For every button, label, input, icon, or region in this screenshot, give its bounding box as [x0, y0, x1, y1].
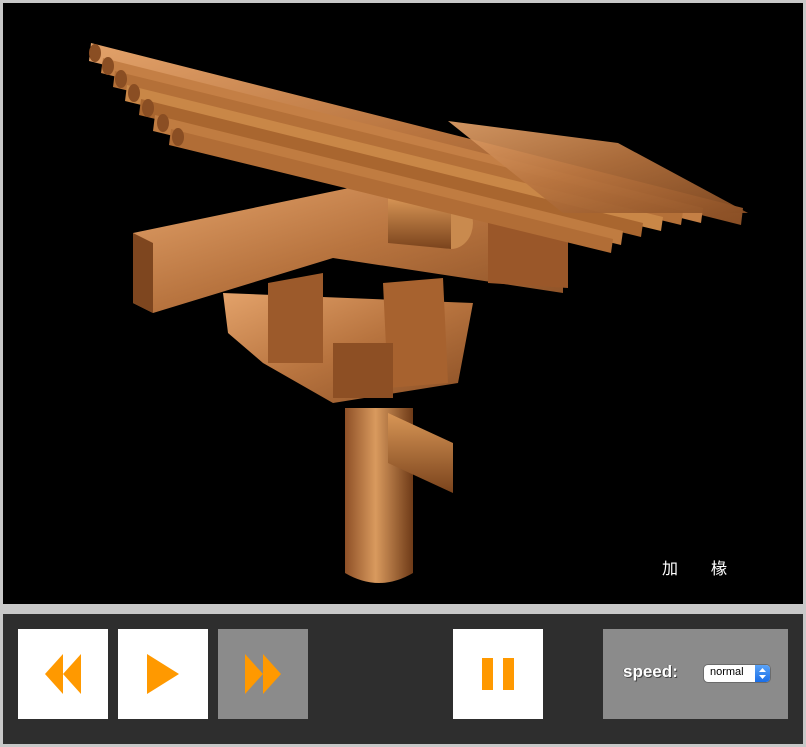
pause-button[interactable] — [453, 629, 543, 719]
play-button[interactable] — [118, 629, 208, 719]
animation-viewport: 加 椽 — [3, 3, 803, 604]
pause-icon — [482, 658, 514, 690]
speed-select[interactable]: normal — [704, 665, 770, 682]
fast-forward-button[interactable] — [218, 629, 308, 719]
chevron-updown-icon — [755, 665, 770, 682]
rewind-button[interactable] — [18, 629, 108, 719]
rewind-icon — [45, 654, 81, 694]
speed-panel: speed: normal — [603, 629, 788, 719]
bracket-illustration — [89, 43, 748, 583]
bracket-block-left — [268, 273, 323, 363]
speed-select-value: normal — [710, 666, 744, 678]
main-beam-end — [133, 233, 153, 313]
play-icon — [147, 654, 179, 694]
speed-label: speed: — [623, 662, 678, 681]
step-caption: 加 椽 — [662, 559, 742, 578]
bracket-block-center — [333, 343, 393, 398]
fast-forward-icon — [245, 654, 281, 694]
control-bar: speed: normal — [3, 614, 803, 744]
